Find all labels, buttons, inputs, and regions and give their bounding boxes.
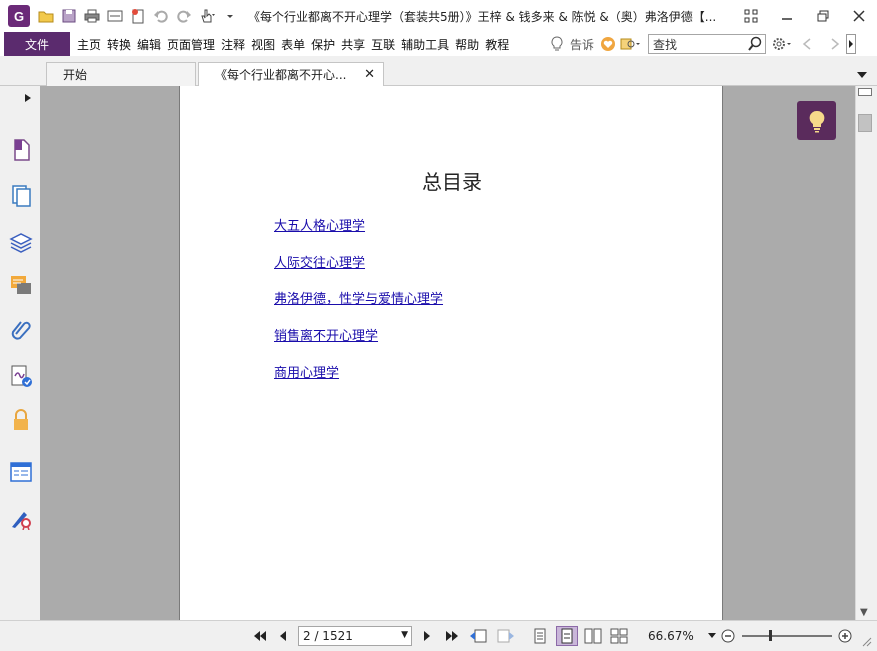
status-bar: 2 / 1521 ▼ 66.67% — [0, 620, 877, 651]
scan-icon[interactable] — [105, 6, 125, 26]
zoom-out-icon[interactable] — [720, 626, 736, 646]
redo-icon[interactable] — [174, 6, 194, 26]
menu-item-view[interactable]: 视图 — [248, 36, 278, 53]
menu-item-accessibility[interactable]: 辅助工具 — [398, 36, 452, 53]
tips-button[interactable] — [797, 101, 836, 140]
scrollbar-thumb[interactable] — [858, 114, 872, 132]
menu-item-page-management[interactable]: 页面管理 — [164, 36, 218, 53]
facing-view-icon[interactable] — [582, 626, 604, 646]
file-menu-button[interactable]: 文件 — [4, 32, 70, 56]
layers-icon[interactable] — [9, 230, 33, 254]
tab-list-dropdown-icon[interactable] — [857, 68, 867, 82]
tab-start-label: 开始 — [63, 68, 88, 82]
customize-dropdown-icon[interactable] — [220, 6, 240, 26]
ribbon-expand-icon[interactable] — [846, 34, 857, 54]
menu-bar: 文件 主页 转换 编辑 页面管理 注释 视图 表单 保护 共享 互联 辅助工具 … — [0, 32, 877, 56]
toc-link-freud[interactable]: 弗洛伊德，性学与爱情心理学 — [274, 288, 443, 307]
comments-icon[interactable] — [9, 274, 33, 298]
save-icon[interactable] — [59, 6, 79, 26]
restore-button[interactable] — [805, 2, 841, 30]
new-doc-icon[interactable] — [128, 6, 148, 26]
expand-panel-icon[interactable] — [22, 90, 34, 106]
last-page-icon[interactable] — [442, 626, 462, 646]
minimize-button[interactable] — [769, 2, 805, 30]
zoom-slider-thumb[interactable] — [769, 630, 772, 641]
nav-back-icon[interactable] — [802, 37, 812, 51]
search-input[interactable]: 查找 — [648, 34, 767, 55]
search-placeholder: 查找 — [653, 37, 678, 52]
next-page-icon[interactable] — [418, 626, 436, 646]
toc-link-interpersonal[interactable]: 人际交往心理学 — [274, 252, 365, 271]
close-window-button[interactable] — [841, 2, 877, 30]
open-folder-icon[interactable] — [36, 6, 56, 26]
certify-icon[interactable] — [9, 506, 33, 530]
toc-link-business[interactable]: 商用心理学 — [274, 362, 339, 381]
quick-access-toolbar — [36, 6, 240, 26]
heart-icon[interactable] — [600, 36, 616, 52]
menu-item-protect[interactable]: 保护 — [308, 36, 338, 53]
toc-link-big-five[interactable]: 大五人格心理学 — [274, 215, 365, 234]
resize-grip-icon[interactable] — [858, 631, 874, 651]
close-tab-icon[interactable]: ✕ — [364, 67, 375, 82]
menu-item-convert[interactable]: 转换 — [104, 36, 134, 53]
layout-grid-icon[interactable] — [733, 2, 769, 30]
scroll-down-arrow-icon[interactable]: ▼ — [860, 607, 868, 618]
zoom-in-icon[interactable] — [837, 626, 853, 646]
next-view-icon[interactable] — [494, 626, 516, 646]
app-logo: G — [8, 5, 30, 27]
vertical-scrollbar[interactable]: ▼ — [855, 86, 873, 620]
page-dropdown-icon[interactable]: ▼ — [401, 630, 408, 640]
pages-icon[interactable] — [9, 184, 33, 208]
undo-icon[interactable] — [151, 6, 171, 26]
menu-item-help[interactable]: 帮助 — [452, 36, 482, 53]
menu-item-share[interactable]: 共享 — [338, 36, 368, 53]
ribbon-tabs: 主页 转换 编辑 页面管理 注释 视图 表单 保护 共享 互联 辅助工具 帮助 … — [74, 36, 512, 53]
lightbulb-icon[interactable] — [550, 36, 564, 52]
print-icon[interactable] — [82, 6, 102, 26]
content-panel-icon[interactable] — [9, 460, 33, 484]
zoom-dropdown-icon[interactable] — [706, 626, 718, 646]
attachment-icon[interactable] — [9, 318, 33, 342]
search-icon[interactable] — [747, 36, 763, 55]
find-options-icon[interactable] — [620, 36, 642, 52]
menu-item-edit[interactable]: 编辑 — [134, 36, 164, 53]
window-title: 《每个行业都离不开心理学（套装共5册）》王梓 & 钱多来 & 陈悦 &（奥）弗洛… — [248, 9, 717, 24]
first-page-icon[interactable] — [250, 626, 270, 646]
nav-forward-icon[interactable] — [830, 37, 840, 51]
menu-right-tools: 告诉 查找 — [550, 32, 857, 56]
zoom-slider-track[interactable] — [742, 635, 832, 637]
lock-icon[interactable] — [9, 408, 33, 432]
pdf-page: 总目录 大五人格心理学 人际交往心理学 弗洛伊德，性学与爱情心理学 销售离不开心… — [179, 86, 723, 620]
gear-icon[interactable] — [772, 36, 794, 52]
menu-item-connect[interactable]: 互联 — [368, 36, 398, 53]
previous-view-icon[interactable] — [468, 626, 490, 646]
page-thumbnail-icon[interactable] — [9, 138, 33, 162]
signature-icon[interactable] — [9, 364, 33, 388]
menu-item-tutorial[interactable]: 教程 — [482, 36, 512, 53]
menu-item-form[interactable]: 表单 — [278, 36, 308, 53]
previous-page-icon[interactable] — [274, 626, 292, 646]
navigation-panel — [0, 86, 40, 620]
document-tab-bar: 开始 《每个行业都离不开心... ✕ — [0, 56, 877, 86]
menu-item-comment[interactable]: 注释 — [218, 36, 248, 53]
lightbulb-tip-icon — [808, 109, 826, 133]
tab-start[interactable]: 开始 — [46, 62, 196, 86]
title-bar: G 《每个行业都离不开心理学（套装共5册）》王梓 & 钱多来 & 陈悦 &（奥）… — [0, 0, 877, 32]
single-page-view-icon[interactable] — [530, 626, 550, 646]
zoom-level[interactable]: 66.67% — [648, 629, 694, 643]
hand-tool-icon[interactable] — [197, 6, 217, 26]
tab-document-label: 《每个行业都离不开心... — [215, 68, 347, 82]
window-controls — [733, 0, 877, 32]
page-number-input[interactable]: 2 / 1521 ▼ — [298, 626, 412, 646]
tab-document[interactable]: 《每个行业都离不开心... ✕ — [198, 62, 384, 86]
toc-link-sales[interactable]: 销售离不开心理学 — [274, 325, 378, 344]
tell-me-label[interactable]: 告诉 — [570, 36, 594, 53]
toc-title: 总目录 — [422, 170, 482, 194]
menu-item-home[interactable]: 主页 — [74, 36, 104, 53]
document-viewport: 总目录 大五人格心理学 人际交往心理学 弗洛伊德，性学与爱情心理学 销售离不开心… — [40, 86, 855, 620]
split-view-handle[interactable] — [858, 88, 872, 96]
page-number-value: 2 / 1521 — [303, 629, 353, 643]
continuous-facing-view-icon[interactable] — [608, 626, 630, 646]
continuous-view-icon[interactable] — [556, 626, 578, 646]
